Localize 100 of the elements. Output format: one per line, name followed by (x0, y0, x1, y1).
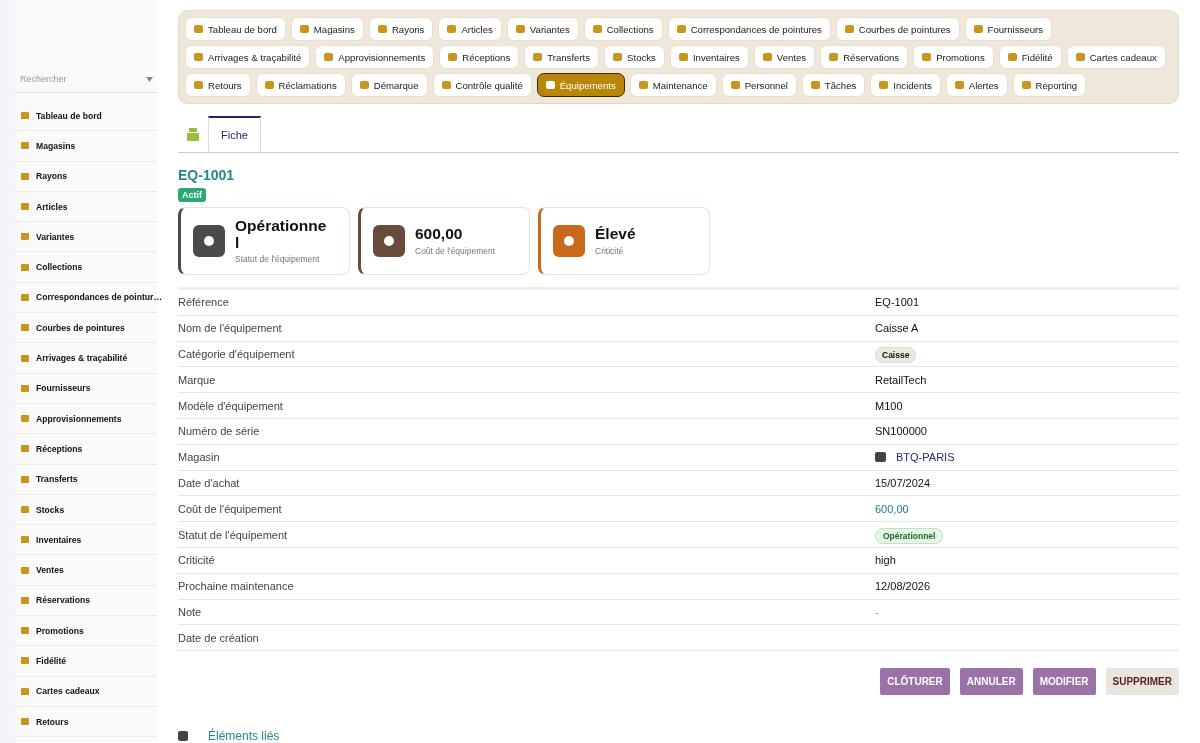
square-icon (21, 596, 29, 604)
field-label: Note (178, 605, 203, 618)
sidebar-item[interactable]: Rayons (15, 161, 157, 192)
nav-pill[interactable]: Rayons (368, 17, 434, 41)
sidebar-item[interactable]: Magasins (15, 131, 157, 162)
nav-pill[interactable]: Fournisseurs (964, 17, 1052, 41)
search-field[interactable]: Rechercher (20, 74, 146, 84)
square-icon (324, 53, 334, 61)
sidebar-item[interactable]: Collections (15, 252, 157, 283)
nav-pill[interactable]: Réclamations (255, 73, 346, 97)
nav-pill[interactable]: Maintenance (629, 73, 717, 97)
field-value: 15/07/2024 (875, 476, 931, 489)
field-label: Modèle d'équipement (178, 399, 284, 412)
square-icon (21, 112, 29, 120)
field-label: Marque (178, 373, 217, 386)
nav-pill[interactable]: Variantes (506, 17, 579, 41)
nav-pill[interactable]: Retours (185, 73, 251, 97)
nav-pill[interactable]: Correspondances de pointures (667, 17, 831, 41)
category-tag: Caisse (875, 347, 917, 363)
store-link[interactable]: BTQ-PARIS (896, 451, 955, 464)
square-icon (299, 25, 309, 33)
square-icon (21, 718, 29, 726)
nav-pill[interactable]: Réservations (820, 45, 909, 69)
sidebar-item[interactable]: Articles (15, 191, 157, 223)
sidebar-item[interactable]: Retours (15, 706, 157, 738)
nav-pill[interactable]: Reporting (1012, 73, 1087, 97)
nav-pill[interactable]: Promotions (913, 45, 994, 69)
nav-pill[interactable]: Tâches (801, 73, 866, 97)
field-label: Numéro de série (178, 425, 261, 438)
tab[interactable]: Fiche (208, 116, 261, 152)
field-label: Statut de l'équipement (178, 528, 289, 541)
sidebar-item[interactable]: Fidélité (15, 646, 157, 677)
nav-pill[interactable]: Approvisionnements (315, 45, 435, 69)
field-value: M100 (875, 399, 903, 412)
status-badge: Actif (178, 188, 206, 202)
sidebar-item[interactable]: Approvisionnements (15, 403, 157, 435)
nav-pill[interactable]: Transferts (524, 45, 600, 69)
field-label: Référence (178, 296, 230, 309)
square-icon (21, 384, 29, 392)
sidebar-item[interactable]: Cartes cadeaux (15, 676, 157, 707)
sidebar-item[interactable]: Stocks (15, 494, 157, 526)
field-value: RetailTech (875, 373, 927, 386)
stat-label: Criticité (595, 245, 625, 256)
square-icon (21, 415, 29, 423)
stat-value: 600,00 (415, 226, 464, 243)
status-badge: Opérationnel (875, 527, 944, 544)
nav-pill[interactable]: Courbes de pointures (835, 17, 960, 41)
square-icon (21, 566, 29, 574)
stat-value: Élevé (595, 226, 637, 243)
sidebar-item[interactable]: Tableau de bord (15, 101, 157, 132)
nav-pill[interactable]: Arrivages & traçabilité (185, 45, 311, 69)
field-label: Prochaine maintenance (178, 580, 295, 593)
sidebar-item[interactable]: Fournisseurs (15, 373, 157, 404)
square-icon (21, 293, 29, 301)
nav-pill[interactable]: Démarque (350, 73, 428, 97)
sidebar-item[interactable]: Courbes de pointures (15, 313, 157, 344)
square-icon (264, 81, 274, 89)
sidebar-item[interactable]: Promotions (15, 616, 157, 647)
field-label: Nom de l'équipement (178, 322, 283, 335)
sidebar-item[interactable]: Ventes (15, 555, 157, 586)
sidebar-item[interactable]: Variantes (15, 222, 157, 253)
square-icon (377, 25, 387, 33)
nav-pill[interactable]: Articles (438, 17, 502, 41)
nav-pill[interactable]: Stocks (604, 45, 665, 69)
square-icon (1021, 81, 1031, 89)
sidebar-item[interactable]: Réceptions (15, 434, 157, 465)
nav-pill[interactable]: Fidélité (998, 45, 1062, 69)
sidebar-item[interactable]: Réservations (15, 585, 157, 617)
stat-label: Coût de l'équipement (415, 245, 497, 256)
nav-pill[interactable]: Ventes (753, 45, 816, 69)
nav-pill[interactable]: Inventaires (669, 45, 749, 69)
sidebar-item[interactable]: Arrivages & traçabilité (15, 343, 157, 374)
nav-pill[interactable]: Magasins (290, 17, 364, 41)
nav-pill[interactable]: Contrôle qualité (432, 73, 532, 97)
square-icon (194, 53, 203, 61)
stat-value: Opérationnel (235, 218, 327, 251)
action-button[interactable]: ANNULER (959, 668, 1023, 696)
nav-pill[interactable]: Alertes (945, 73, 1008, 97)
square-icon (973, 25, 983, 33)
nav-pill[interactable]: Incidents (870, 73, 941, 97)
sidebar-item[interactable]: Transferts (15, 464, 157, 495)
square-icon (762, 53, 772, 61)
sidebar-item[interactable]: Inventaires (15, 525, 157, 556)
field-value: 12/08/2026 (875, 580, 931, 593)
square-icon (844, 25, 854, 33)
nav-pill[interactable]: Collections (583, 17, 663, 41)
square-icon (21, 445, 29, 453)
square-icon (21, 627, 29, 635)
nav-pill[interactable]: Personnel (721, 73, 797, 97)
nav-pill[interactable]: Tableau de bord (185, 17, 286, 41)
square-icon (441, 81, 451, 89)
nav-pill[interactable]: Cartes cadeaux (1066, 45, 1166, 69)
register-icon (186, 127, 200, 141)
square-icon (21, 536, 29, 544)
action-button[interactable]: CLÔTURER (880, 668, 950, 696)
square-icon (21, 354, 29, 362)
square-icon (178, 731, 188, 742)
nav-pill[interactable]: Réceptions (439, 45, 520, 69)
action-button[interactable]: MODIFIER (1032, 668, 1096, 696)
action-button[interactable]: SUPPRIMER (1105, 668, 1179, 696)
